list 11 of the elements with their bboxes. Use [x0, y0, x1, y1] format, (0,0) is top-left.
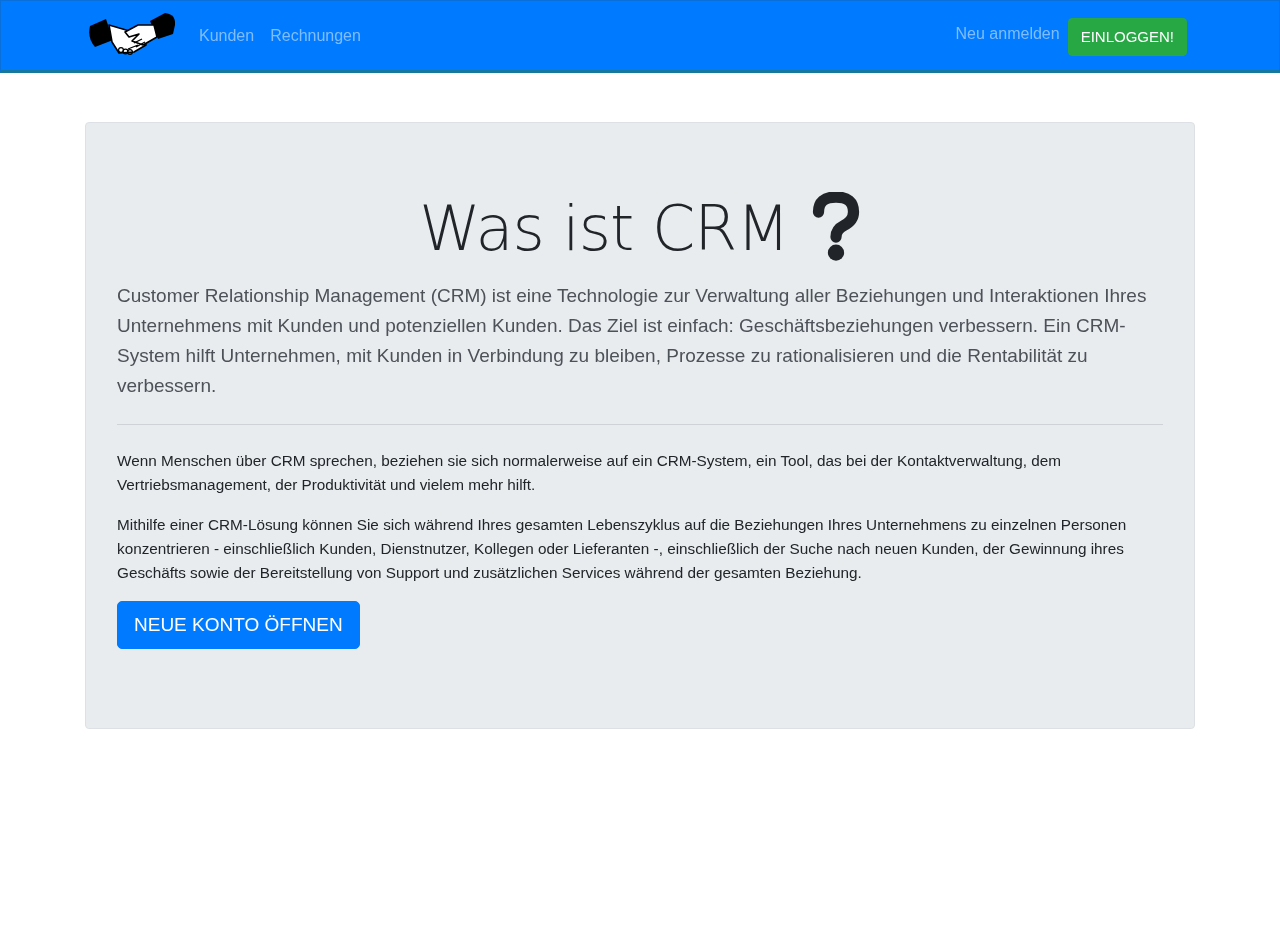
body-paragraph: Wenn Menschen über CRM sprechen, beziehen sie sich normalerweise auf ein CRM-System, ein Tool, das bei der Kontaktverwaltung, dem Vertriebsmanagement, der Produktivität und vielem mehr hilft.: [117, 451, 1063, 495]
nav-link[interactable]: Kunden: [199, 23, 255, 48]
nav-link[interactable]: Rechnungen: [270, 23, 361, 48]
body-paragraph: Mithilfe einer CRM-Lösung können Sie sich während Ihres gesamten Lebenszyklus auf die Beziehungen Ihres Unternehmens zu einzelnen Personen konzentrieren - einschließlich Kunden, Dienstnutzer, Kollegen oder Lieferanten -, einschließlich der Suche nach neuen Kunden, der Gewinnung ihres Geschäfts sowie der Bereitstellung von Support und zusätzlichen Services während der gesamten Beziehung.: [117, 515, 1128, 583]
register-link[interactable]: Neu anmelden: [955, 22, 1060, 46]
open-account-button[interactable]: NEUE KONTO ÖFFNEN: [117, 601, 360, 649]
login-button[interactable]: EINLOGGEN!: [1067, 17, 1187, 56]
hero-title: Was ist CRM: [419, 191, 789, 267]
lead-paragraph: Customer Relationship Management (CRM) ist eine Technologie zur Verwaltung aller Beziehungen und Interaktionen Ihres Unternehmens mit Kunden und potenziellen Kunden. Das Ziel ist einfach: Geschäftsbeziehungen verbessern. Ein CRM-System hilft Unternehmen, mit Kunden in Verbindung zu bleiben, Prozesse zu rationalisieren und die Rentabilität zu verbessern.: [117, 284, 1148, 398]
question-mark-icon: [810, 192, 861, 262]
handshake-icon[interactable]: [88, 11, 176, 56]
